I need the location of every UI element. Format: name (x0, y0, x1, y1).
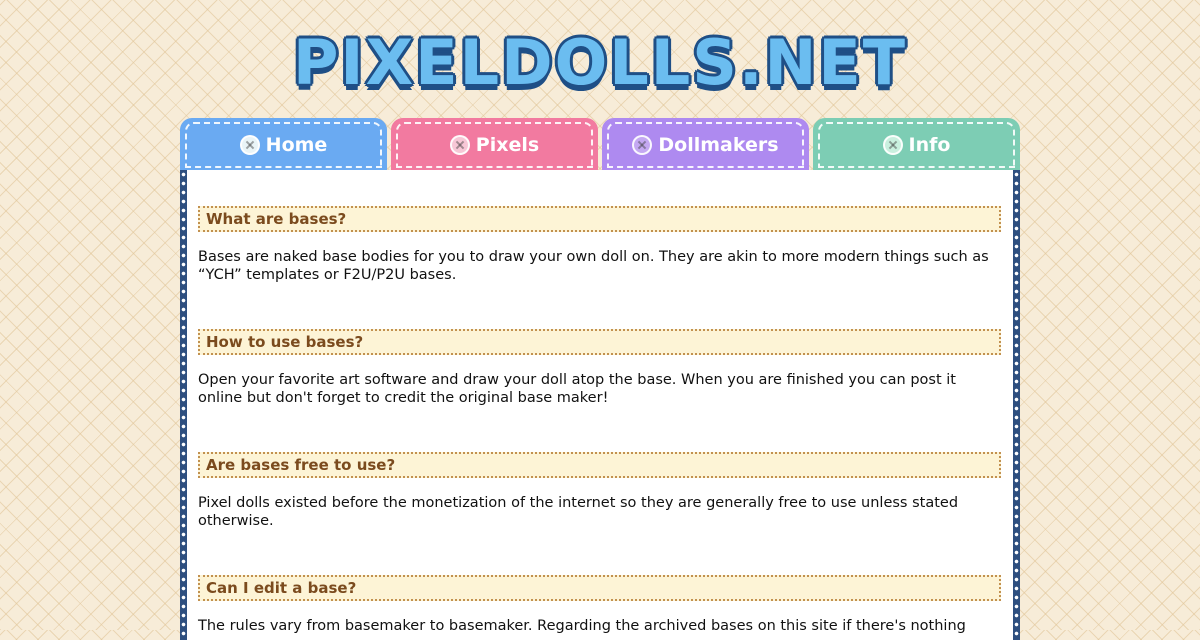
faq-section: How to use bases? Open your favorite art… (198, 329, 1001, 407)
tab-home-label: Home (265, 134, 328, 156)
tab-info-label: Info (908, 134, 951, 156)
tab-pixels-inner: Pixels (396, 122, 593, 168)
button-icon (632, 135, 653, 155)
tab-info[interactable]: Info (813, 118, 1020, 172)
faq-section: Are bases free to use? Pixel dolls exist… (198, 452, 1001, 530)
tab-pixels[interactable]: Pixels (391, 118, 598, 172)
tab-home[interactable]: Home (180, 118, 387, 172)
tab-pixels-label: Pixels (475, 134, 540, 156)
faq-text: Bases are naked base bodies for you to d… (198, 249, 989, 283)
content-panel: What are bases? Bases are naked base bod… (180, 170, 1020, 640)
faq-text: The rules vary from basemaker to basemak… (198, 618, 966, 634)
tab-dollmakers-label: Dollmakers (658, 134, 779, 156)
tab-dollmakers-inner: Dollmakers (607, 122, 804, 168)
main-nav: Home Pixels Dollmakers Info (180, 118, 1020, 174)
faq-heading: Can I edit a base? (198, 575, 1001, 601)
button-icon (882, 135, 903, 155)
faq-heading: How to use bases? (198, 329, 1001, 355)
site-logo[interactable]: PIXELDOLLS.NET (0, 30, 1200, 96)
faq-section: Can I edit a base? The rules vary from b… (198, 575, 1001, 635)
button-icon (449, 135, 470, 155)
faq-heading: Are bases free to use? (198, 452, 1001, 478)
faq-text: Pixel dolls existed before the monetizat… (198, 495, 959, 529)
faq-heading: What are bases? (198, 206, 1001, 232)
tab-home-inner: Home (185, 122, 382, 168)
faq-section: What are bases? Bases are naked base bod… (198, 206, 1001, 284)
faq-text: Open your favorite art software and draw… (198, 372, 956, 406)
tab-info-inner: Info (818, 122, 1015, 168)
button-icon (239, 135, 260, 155)
tab-dollmakers[interactable]: Dollmakers (602, 118, 809, 172)
